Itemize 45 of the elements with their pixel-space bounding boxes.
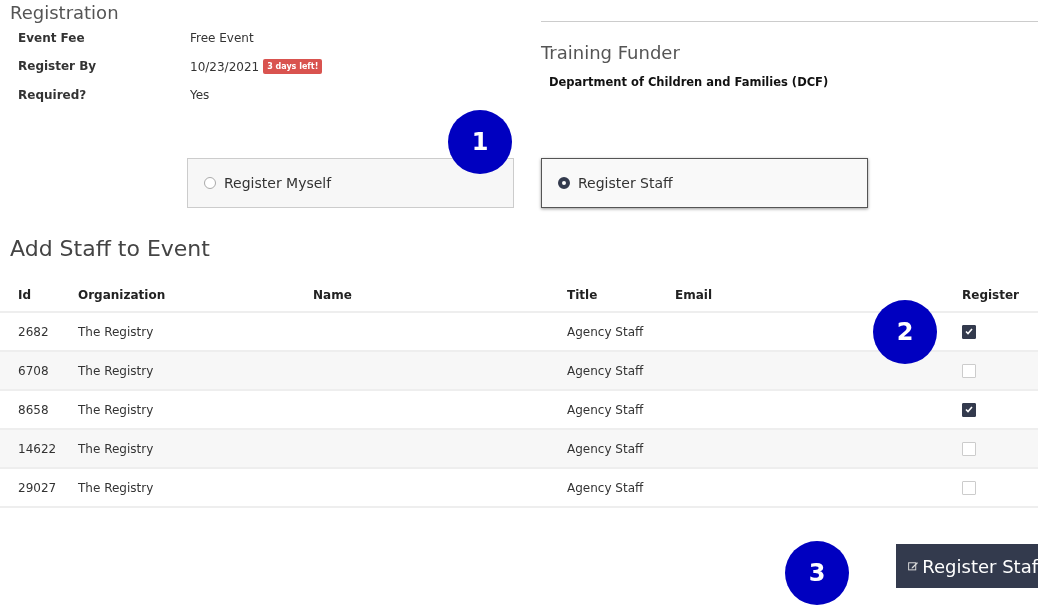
radio-option[interactable]: Register Myself	[187, 158, 514, 208]
field-value: Free Event	[190, 31, 254, 45]
register-staff-button[interactable]: Register Staf	[896, 544, 1038, 588]
table-cell: Agency Staff	[567, 363, 644, 378]
edit-icon	[908, 559, 919, 573]
table-cell: 2682	[18, 324, 49, 339]
column-header: Email	[675, 288, 713, 302]
table-cell: Agency Staff	[567, 480, 644, 495]
table-cell: 8658	[18, 402, 49, 417]
section-title: Training Funder	[541, 42, 680, 63]
deadline-badge: 3 days left!	[263, 59, 323, 74]
radio-icon	[204, 177, 216, 189]
table-cell: Agency Staff	[567, 402, 644, 417]
column-header: Id	[18, 288, 32, 302]
table-cell: The Registry	[78, 324, 154, 339]
field-label: Event Fee	[18, 31, 86, 45]
table-cell: The Registry	[78, 402, 154, 417]
column-header: Name	[313, 288, 352, 302]
radio-option[interactable]: Register Staff	[541, 158, 868, 208]
funder-name: Department of Children and Families (DCF)	[549, 75, 829, 89]
step-number-badge: 1	[448, 110, 512, 174]
table-cell: Agency Staff	[567, 324, 644, 339]
checkbox[interactable]	[962, 324, 976, 339]
table-cell: The Registry	[78, 441, 154, 456]
step-number-badge: 2	[873, 300, 937, 364]
column-header: Organization	[78, 288, 166, 302]
field-label: Register By	[18, 59, 98, 74]
table-cell: The Registry	[78, 363, 154, 378]
table-cell: 14622	[18, 441, 57, 456]
radio-icon	[558, 177, 570, 189]
check-icon	[965, 406, 973, 413]
section-title: Registration	[10, 1, 119, 23]
field-value: Yes	[190, 88, 210, 102]
column-header: Register	[962, 288, 1020, 302]
table-cell: The Registry	[78, 480, 154, 495]
check-icon	[965, 328, 973, 335]
column-header: Title	[567, 288, 598, 302]
field-label: Required?	[18, 88, 88, 102]
table-cell: Agency Staff	[567, 441, 644, 456]
checkbox[interactable]	[962, 402, 976, 417]
section-title: Add Staff to Event	[10, 236, 210, 261]
table-cell: 29027	[18, 480, 57, 495]
step-number-badge: 3	[785, 541, 849, 605]
field-value: 10/23/2021	[190, 59, 260, 74]
table-cell: 6708	[18, 363, 49, 378]
